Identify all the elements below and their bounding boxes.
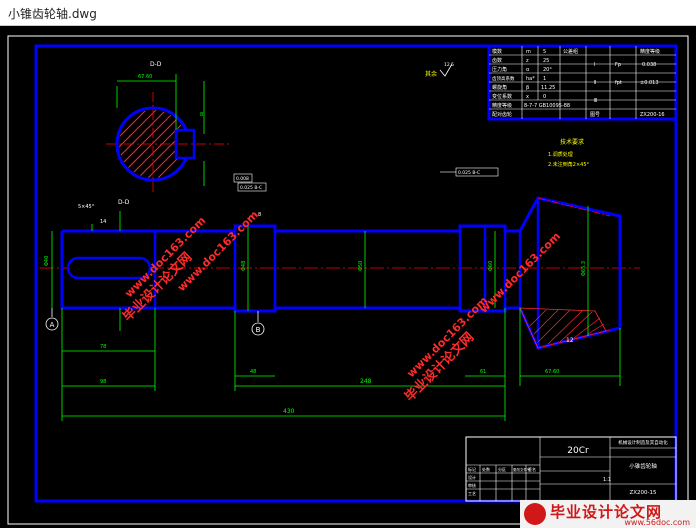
footer-watermark: 毕业设计论文网 www.56doc.com [520, 500, 696, 528]
tb-row0: 标记 [468, 466, 476, 472]
param-r2c5: ±0.013 [640, 80, 659, 86]
param-table: 模数 m 5 公差组 精度等级 齿数 z 25 Ⅰ Fp 0.038 压力角 α… [487, 44, 678, 121]
param-r0c4: 精度等级 [640, 48, 660, 55]
param-r2c1: α [526, 67, 530, 73]
param-r3c1: ha* [526, 76, 535, 82]
param-r4c0: 螺旋角 [492, 84, 507, 91]
dim-chamfer: 5×45° [78, 204, 95, 210]
tech-line-1: 1.调质处理 [548, 151, 573, 158]
drawing-svg: 模数 m 5 公差组 精度等级 齿数 z 25 Ⅰ Fp 0.038 压力角 α… [7, 35, 689, 525]
param-r1c2: 25 [543, 58, 549, 64]
param-r3c2: 1 [543, 76, 546, 82]
dim-78: 78 [100, 344, 106, 350]
param-r1c0: 齿数 [492, 57, 502, 64]
window-title: 小锥齿轮轴.dwg [8, 7, 97, 21]
tech-requirements: 技术要求 1.调质处理 2.未注倒角2×45° [548, 138, 590, 168]
param-r4c1: β [526, 85, 529, 91]
dd-marker: D-D [118, 199, 130, 206]
rough-val: 12.5 [444, 62, 454, 68]
param-r7c3: 图号 [590, 112, 600, 118]
footer-wm-url: www.56doc.com [624, 518, 690, 527]
datum-a-label: A [50, 321, 55, 329]
param-r1c3: Ⅰ [594, 62, 595, 68]
dim-dia-40: Φ40 [44, 256, 50, 266]
tol3: 0.025 B-C [458, 170, 480, 176]
window-titlebar: 小锥齿轮轴.dwg [0, 0, 696, 26]
dim-dia-65: Φ65.3 [581, 261, 587, 276]
title-block: 20Cr 机械设计制造及其自动化 小锥齿轮轴 1:1 ZX200-15 标记 处… [465, 436, 677, 502]
param-r6c1: 8-7-7 GB10095-88 [524, 103, 570, 109]
param-r7c4: ZX200-16 [640, 112, 665, 118]
param-r0c1: m [526, 49, 531, 55]
param-r1c5: 0.038 [642, 62, 656, 68]
drawing-no: ZX200-15 [629, 490, 657, 496]
dim-angle: 12 [566, 337, 574, 344]
dim-48: 48 [250, 369, 256, 375]
datum-a: A [45, 308, 59, 331]
tb-row2: 分区 [498, 466, 506, 472]
tol1: 0.025 B-C [240, 185, 262, 191]
tech-title: 技术要求 [560, 138, 584, 146]
datum-b: B [251, 311, 265, 336]
tb-row4: 签名 [528, 466, 536, 472]
section-dd: D-D 67.60 8 [106, 61, 232, 194]
tol2: 0.008 [236, 176, 249, 182]
dim-67: 67.60 [545, 369, 559, 375]
tb-label2: 工艺 [468, 491, 476, 496]
school: 机械设计制造及其自动化 [618, 439, 668, 446]
param-r2c0: 压力角 [492, 66, 507, 73]
dim-total: 430 [283, 408, 295, 415]
param-r0c2: 5 [543, 49, 546, 55]
param-r5c1: x [526, 94, 529, 100]
tech-line-2: 2.未注倒角2×45° [548, 161, 590, 168]
dim-dia-48: Φ48 [241, 261, 247, 271]
param-r4c2: 11.25 [541, 85, 555, 91]
section-label: D-D [150, 61, 162, 68]
param-r2c3: Ⅱ [594, 80, 596, 86]
param-r1c1: z [526, 58, 529, 64]
dim-key: 14 [100, 219, 106, 225]
part-name: 小锥齿轮轴 [629, 462, 657, 470]
tb-label0: 设计 [468, 474, 476, 480]
param-r5c0: 变位系数 [492, 93, 512, 100]
tb-label1: 审核 [468, 482, 476, 488]
dim-key2: 8 [200, 112, 203, 118]
param-r2c4: fpt [615, 80, 622, 86]
param-r3c3: Ⅲ [594, 98, 597, 104]
param-r5c2: 0 [543, 94, 546, 100]
tb-row1: 处数 [482, 466, 490, 472]
dim-61: 61 [480, 369, 486, 375]
dim-dia-50: Φ50 [358, 261, 364, 271]
param-r0c3: 公差组 [563, 48, 578, 55]
param-r6c0: 精度等级 [492, 102, 512, 109]
logo-icon [524, 503, 546, 525]
dim-98: 98 [100, 379, 106, 385]
roughness-note: 其余 12.5 [425, 62, 454, 78]
param-r3c0: 齿顶高系数 [492, 75, 515, 82]
param-r1c4: Fp [615, 62, 621, 68]
datum-b-label: B [256, 326, 261, 334]
cad-canvas[interactable]: 模数 m 5 公差组 精度等级 齿数 z 25 Ⅰ Fp 0.038 压力角 α… [0, 26, 696, 528]
param-r0c0: 模数 [492, 48, 502, 55]
shaft-view [40, 196, 640, 350]
material: 20Cr [567, 446, 589, 456]
gdt-frames: 0.008 0.025 B-C 0.025 B-C [233, 167, 499, 192]
scale: 1:1 [603, 477, 611, 483]
dim-len-67: 67.60 [138, 74, 152, 80]
param-r2c2: 20° [543, 67, 552, 73]
rough-label: 其余 [425, 70, 437, 78]
dim-248: 248 [360, 378, 372, 385]
dim-dia-60: Φ60 [488, 261, 494, 271]
param-r7c0: 配对齿轮 [492, 111, 512, 118]
